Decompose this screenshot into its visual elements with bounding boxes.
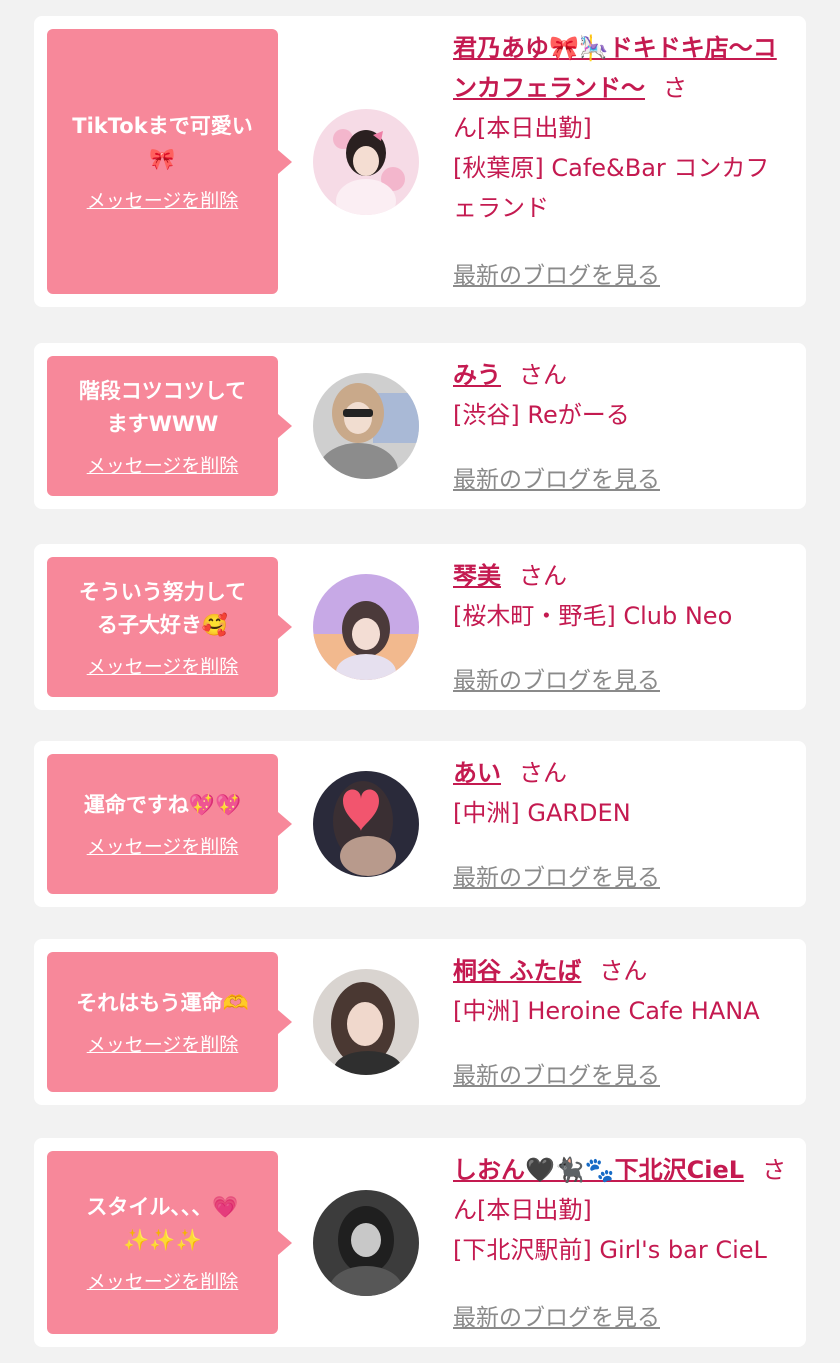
latest-blog-link[interactable]: 最新のブログを見る (453, 1298, 660, 1332)
avatar-photo (313, 969, 419, 1075)
cast-info: みう さん [渋谷] Reがーる (453, 355, 792, 435)
message-card: TikTokまで可愛い 🎀 メッセージを削除 君乃あゆ🎀🎠ドキドキ店〜コンカフェ… (34, 16, 806, 307)
honorific: さん (519, 562, 567, 590)
message-card: 階段コツコツして ますWWW メッセージを削除 みう さん [渋谷] Reがーる … (34, 343, 806, 509)
message-list: TikTokまで可愛い 🎀 メッセージを削除 君乃あゆ🎀🎠ドキドキ店〜コンカフェ… (0, 0, 840, 1363)
message-bubble: TikTokまで可愛い 🎀 メッセージを削除 (47, 29, 292, 294)
avatar-photo (313, 771, 419, 877)
avatar-photo (313, 373, 419, 479)
latest-blog-link[interactable]: 最新のブログを見る (453, 661, 660, 695)
cast-info: 琴美 さん [桜木町・野毛] Club Neo (453, 556, 792, 636)
latest-blog-link[interactable]: 最新のブログを見る (453, 256, 660, 290)
delete-message-link[interactable]: メッセージを削除 (87, 186, 239, 213)
message-text: TikTokまで可愛い 🎀 (72, 114, 253, 171)
cast-info: 桐谷 ふたば さん [中洲] Heroine Cafe HANA (453, 951, 792, 1031)
message-card: スタイル、、、💗 ✨✨✨ メッセージを削除 しおん🖤🐈‍⬛🐾下北沢CieL さん[… (34, 1138, 806, 1347)
message-text: 階段コツコツして ますWWW (78, 378, 247, 436)
message-card: 運命ですね💖💖 メッセージを削除 あい さん [中洲] GARDEN 最新のブログ… (34, 741, 806, 907)
message-text: それはもう運命🫶 (76, 991, 249, 1015)
latest-blog-link[interactable]: 最新のブログを見る (453, 460, 660, 494)
cast-info: あい さん [中洲] GARDEN (453, 753, 792, 833)
message-card: それはもう運命🫶 メッセージを削除 桐谷 ふたば さん [中洲] Heroine … (34, 939, 806, 1105)
shop-location: [中洲] Heroine Cafe HANA (453, 997, 760, 1025)
avatar-photo (313, 574, 419, 680)
message-bubble: 階段コツコツして ますWWW メッセージを削除 (47, 356, 292, 496)
cast-info: しおん🖤🐈‍⬛🐾下北沢CieL さん[本日出勤] [下北沢駅前] Girl's b… (453, 1150, 792, 1270)
message-text: スタイル、、、💗 ✨✨✨ (86, 1195, 239, 1252)
delete-message-link[interactable]: メッセージを削除 (87, 652, 239, 679)
honorific: さん (599, 957, 648, 985)
latest-blog-link[interactable]: 最新のブログを見る (453, 1056, 660, 1090)
avatar[interactable] (313, 771, 419, 877)
cast-name-link[interactable]: みう (453, 361, 501, 389)
cast-name-link[interactable]: 琴美 (453, 562, 501, 590)
shop-location: [下北沢駅前] Girl's bar CieL (453, 1236, 767, 1264)
shop-location: [渋谷] Reがーる (453, 401, 630, 429)
avatar[interactable] (313, 109, 419, 215)
avatar-photo (313, 1190, 419, 1296)
working-today-badge: [本日出勤] (477, 114, 592, 142)
latest-blog-link[interactable]: 最新のブログを見る (453, 858, 660, 892)
message-bubble: そういう努力して る子大好き🥰 メッセージを削除 (47, 557, 292, 697)
message-bubble: それはもう運命🫶 メッセージを削除 (47, 952, 292, 1092)
message-bubble: スタイル、、、💗 ✨✨✨ メッセージを削除 (47, 1151, 292, 1334)
avatar[interactable] (313, 574, 419, 680)
delete-message-link[interactable]: メッセージを削除 (87, 1030, 239, 1057)
delete-message-link[interactable]: メッセージを削除 (87, 1267, 239, 1294)
shop-location: [秋葉原] Cafe&Bar コンカフェランド (453, 154, 770, 222)
cast-name-link[interactable]: 桐谷 ふたば (453, 957, 581, 985)
message-text: 運命ですね💖💖 (83, 793, 242, 817)
message-bubble: 運命ですね💖💖 メッセージを削除 (47, 754, 292, 894)
avatar[interactable] (313, 1190, 419, 1296)
honorific: さん (519, 361, 567, 389)
avatar[interactable] (313, 373, 419, 479)
working-today-badge: [本日出勤] (477, 1196, 592, 1224)
cast-name-link[interactable]: しおん🖤🐈‍⬛🐾下北沢CieL (453, 1156, 744, 1184)
delete-message-link[interactable]: メッセージを削除 (87, 832, 239, 859)
cast-info: 君乃あゆ🎀🎠ドキドキ店〜コンカフェランド〜さ ん[本日出勤] [秋葉原] Caf… (453, 28, 792, 228)
honorific: さん (519, 759, 567, 787)
message-text: そういう努力して る子大好き🥰 (78, 579, 247, 637)
message-card: そういう努力して る子大好き🥰 メッセージを削除 琴美 さん [桜木町・野毛] C… (34, 544, 806, 710)
avatar[interactable] (313, 969, 419, 1075)
cast-name-link[interactable]: あい (453, 759, 501, 787)
delete-message-link[interactable]: メッセージを削除 (87, 451, 239, 478)
cast-name-link[interactable]: 君乃あゆ🎀🎠ドキドキ店〜コンカフェランド〜 (453, 34, 777, 102)
shop-location: [中洲] GARDEN (453, 799, 631, 827)
shop-location: [桜木町・野毛] Club Neo (453, 602, 733, 630)
avatar-photo (313, 109, 419, 215)
